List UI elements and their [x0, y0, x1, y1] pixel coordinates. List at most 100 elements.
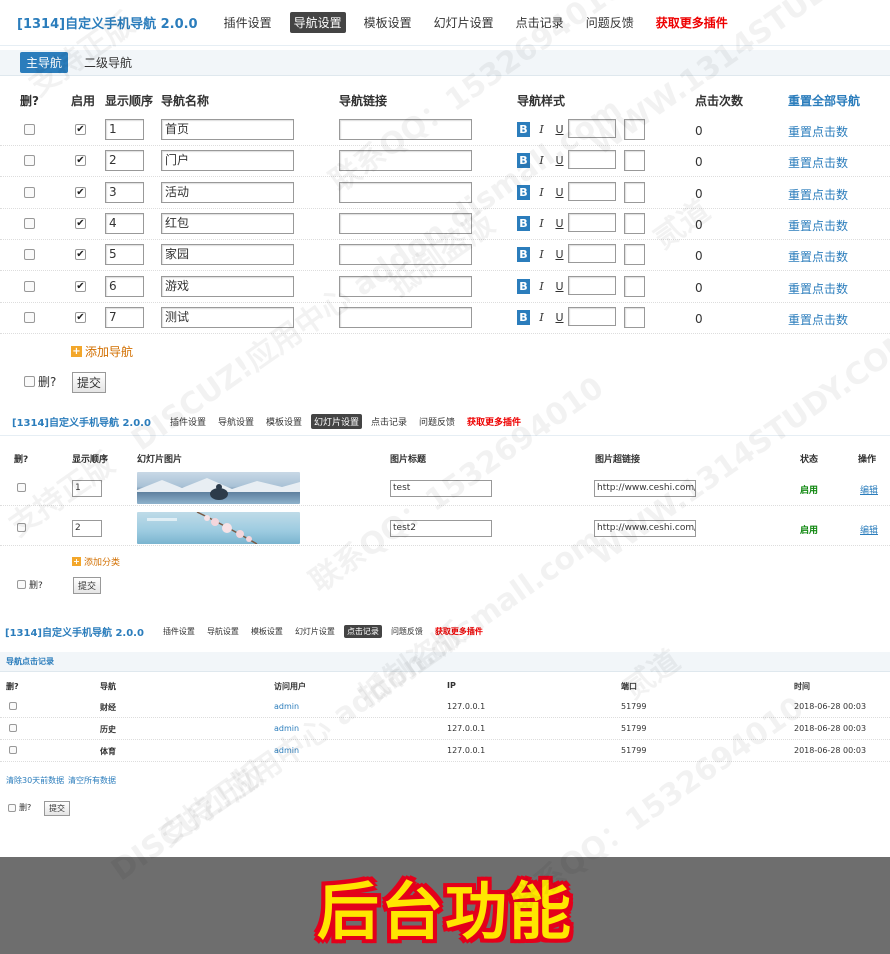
italic-button[interactable]: I	[535, 153, 548, 168]
menu-feedback-3[interactable]: 问题反馈	[388, 625, 426, 638]
nav-color-input[interactable]	[568, 212, 616, 232]
color-picker-swatch[interactable]	[624, 119, 645, 140]
underline-button[interactable]: U	[553, 185, 566, 200]
underline-button[interactable]: U	[553, 247, 566, 262]
bold-button[interactable]: B	[517, 122, 530, 137]
menu-feedback-2[interactable]: 问题反馈	[416, 414, 458, 429]
bold-button[interactable]: B	[517, 309, 530, 325]
slide-title-input[interactable]: test2	[390, 520, 492, 537]
menu-plugin-settings-2[interactable]: 插件设置	[167, 414, 209, 429]
nav-delete-checkbox[interactable]	[24, 155, 35, 167]
nav-order-input[interactable]: 1	[105, 119, 144, 140]
record-user-link[interactable]: admin	[274, 702, 299, 711]
italic-button[interactable]: I	[535, 310, 548, 325]
nav-order-input[interactable]: 3	[105, 181, 144, 203]
menu-template-settings-3[interactable]: 模板设置	[248, 625, 286, 638]
nav-delete-checkbox[interactable]	[24, 186, 35, 198]
underline-button[interactable]: U	[553, 122, 566, 137]
nav-order-input[interactable]: 2	[105, 150, 144, 172]
nav-name-input[interactable]: 首页	[161, 119, 294, 140]
menu-click-records-3[interactable]: 点击记录	[343, 624, 382, 638]
menu-nav-settings[interactable]: 导航设置	[289, 12, 346, 33]
nav-name-input[interactable]: 活动	[161, 181, 294, 203]
underline-button[interactable]: U	[553, 153, 566, 168]
nav-link-input[interactable]	[339, 150, 472, 172]
underline-button[interactable]: U	[553, 310, 566, 325]
reset-clicks-link[interactable]: 重置点击数	[788, 311, 848, 328]
reset-clicks-link[interactable]: 重置点击数	[788, 123, 848, 140]
record-delete-checkbox[interactable]	[9, 724, 17, 732]
reset-clicks-link[interactable]: 重置点击数	[788, 217, 848, 234]
color-picker-swatch[interactable]	[624, 212, 645, 234]
delete-all-checkbox[interactable]	[24, 376, 35, 387]
menu-plugin-settings-3[interactable]: 插件设置	[160, 625, 198, 638]
reset-clicks-link[interactable]: 重置点击数	[788, 154, 848, 171]
slide-link-input[interactable]: http://www.ceshi.com/D	[594, 520, 696, 537]
nav-link-input[interactable]	[339, 181, 472, 203]
slide-order-input[interactable]: 1	[72, 480, 102, 497]
italic-button[interactable]: I	[535, 185, 548, 200]
nav-delete-checkbox[interactable]	[24, 249, 35, 261]
nav-order-input[interactable]: 6	[105, 275, 144, 297]
menu-slide-settings[interactable]: 幻灯片设置	[430, 12, 498, 33]
slide-edit-link[interactable]: 编辑	[860, 483, 878, 496]
underline-button[interactable]: U	[553, 279, 566, 294]
submit-button-2[interactable]: 提交	[73, 577, 102, 594]
color-picker-swatch[interactable]	[624, 306, 645, 328]
submit-button[interactable]: 提交	[72, 372, 107, 393]
nav-color-input[interactable]	[568, 244, 616, 264]
nav-delete-checkbox[interactable]	[24, 124, 35, 135]
slide-delete-checkbox[interactable]	[17, 483, 26, 492]
nav-name-input[interactable]: 门户	[161, 150, 294, 172]
menu-template-settings[interactable]: 模板设置	[360, 12, 416, 33]
clear-30-days-link[interactable]: 清除30天前数据	[6, 775, 64, 786]
menu-nav-settings-3[interactable]: 导航设置	[204, 625, 242, 638]
color-picker-swatch[interactable]	[624, 275, 645, 297]
nav-link-input[interactable]	[339, 275, 472, 297]
bold-button[interactable]: B	[517, 184, 530, 200]
nav-color-input[interactable]	[568, 181, 616, 201]
nav-delete-checkbox[interactable]	[24, 217, 35, 229]
menu-plugin-settings[interactable]: 插件设置	[220, 12, 276, 33]
tab-main-nav[interactable]: 主导航	[20, 52, 69, 73]
menu-more-plugins-3[interactable]: 获取更多插件	[432, 625, 486, 638]
record-delete-checkbox[interactable]	[9, 746, 17, 754]
nav-color-input[interactable]	[568, 306, 616, 326]
bold-button[interactable]: B	[517, 153, 530, 169]
reset-clicks-link[interactable]: 重置点击数	[788, 248, 848, 265]
nav-enabled-checkbox[interactable]	[75, 186, 86, 198]
nav-color-input[interactable]	[568, 275, 616, 295]
nav-order-input[interactable]: 5	[105, 244, 144, 266]
tab-sub-nav[interactable]: 二级导航	[78, 52, 138, 73]
add-slide-button[interactable]: + 添加分类	[72, 555, 120, 568]
nav-order-input[interactable]: 7	[105, 306, 144, 328]
nav-enabled-checkbox[interactable]	[75, 217, 86, 229]
slide-link-input[interactable]: http://www.ceshi.com/D	[594, 480, 696, 497]
bold-button[interactable]: B	[517, 247, 530, 263]
nav-enabled-checkbox[interactable]	[75, 311, 86, 323]
record-user-link[interactable]: admin	[274, 724, 299, 733]
menu-template-settings-2[interactable]: 模板设置	[263, 414, 305, 429]
italic-button[interactable]: I	[535, 216, 548, 231]
nav-enabled-checkbox[interactable]	[75, 155, 86, 167]
nav-name-input[interactable]: 游戏	[161, 275, 294, 297]
menu-click-records-2[interactable]: 点击记录	[368, 414, 410, 429]
delete-all-checkbox-3[interactable]	[8, 803, 16, 812]
slide-title-input[interactable]: test	[390, 480, 492, 497]
nav-order-input[interactable]: 4	[105, 212, 144, 234]
menu-more-plugins[interactable]: 获取更多插件	[652, 12, 732, 33]
slide-order-input[interactable]: 2	[72, 520, 102, 537]
nav-enabled-checkbox[interactable]	[75, 280, 86, 292]
italic-button[interactable]: I	[535, 247, 548, 262]
record-user-link[interactable]: admin	[274, 746, 299, 755]
menu-feedback[interactable]: 问题反馈	[582, 12, 638, 33]
delete-all-checkbox-2[interactable]	[17, 580, 26, 589]
underline-button[interactable]: U	[553, 216, 566, 231]
nav-link-input[interactable]	[339, 212, 472, 234]
nav-link-input[interactable]	[339, 119, 472, 140]
color-picker-swatch[interactable]	[624, 150, 645, 172]
menu-more-plugins-2[interactable]: 获取更多插件	[464, 414, 524, 429]
submit-button-3[interactable]: 提交	[44, 801, 70, 816]
reset-clicks-link[interactable]: 重置点击数	[788, 280, 848, 297]
color-picker-swatch[interactable]	[624, 244, 645, 266]
